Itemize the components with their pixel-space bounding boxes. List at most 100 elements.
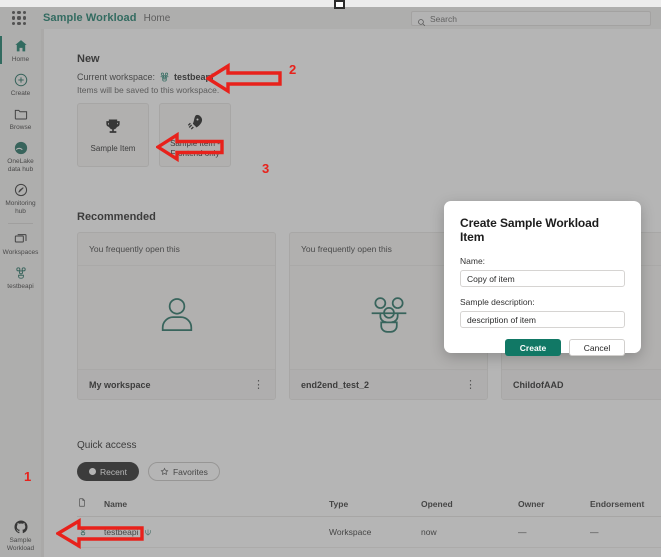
workspace-save-note: Items will be saved to this workspace. bbox=[77, 85, 220, 95]
table-header-row: Name Type Opened Owner Endorsement bbox=[77, 492, 661, 517]
new-card-sample-item-label: Sample Item bbox=[90, 144, 136, 153]
dialog-description-value: description of item bbox=[467, 314, 536, 325]
search-input[interactable]: Search bbox=[430, 14, 457, 24]
recommended-card-my-workspace[interactable]: You frequently open this My workspace ⋮ bbox=[77, 232, 276, 400]
row-icon-cell bbox=[77, 547, 104, 557]
workspace-group-icon bbox=[159, 71, 170, 82]
recommended-card-more-icon[interactable]: ⋮ bbox=[465, 379, 476, 390]
rocket-icon bbox=[185, 111, 205, 133]
pill-favorites-label: Favorites bbox=[172, 466, 208, 477]
quick-access-table: Name Type Opened Owner Endorsement testb… bbox=[77, 492, 661, 557]
dialog-description-label: Sample description: bbox=[460, 297, 535, 307]
sidebar-item-home[interactable]: Home bbox=[0, 33, 41, 67]
recent-dot-icon bbox=[89, 468, 96, 475]
sidebar-item-monitoring-hub-label: Monitoring hub bbox=[5, 200, 36, 215]
row-endorsement-cell: — bbox=[590, 516, 661, 548]
row-endorsement-cell: — bbox=[590, 547, 661, 557]
col-header-endorsement[interactable]: Endorsement bbox=[590, 492, 661, 517]
sidebar-item-home-label: Home bbox=[11, 56, 30, 63]
window-restore-box[interactable] bbox=[334, 0, 345, 9]
new-items-card-list: Sample Item Sample Item - Frontend only bbox=[77, 103, 231, 167]
new-section: New Current workspace: testbeapi Items w… bbox=[77, 53, 231, 167]
recommended-card-more-icon[interactable]: ⋮ bbox=[253, 379, 264, 390]
col-header-name[interactable]: Name bbox=[104, 492, 329, 517]
breadcrumb[interactable]: Home bbox=[144, 13, 171, 24]
row-owner-cell: — bbox=[518, 547, 590, 557]
quick-access-filter-pills: Recent Favorites bbox=[77, 462, 661, 481]
window-top-strip bbox=[0, 0, 661, 7]
dialog-description-field[interactable]: description of item bbox=[460, 311, 625, 328]
search-icon bbox=[417, 14, 426, 27]
workspace-group-icon bbox=[13, 265, 29, 281]
app-root: New Current workspace: testbeapi Items w… bbox=[0, 0, 661, 557]
recommended-card-name: My workspace bbox=[89, 379, 151, 390]
table-row[interactable]: testbeapi Workspace now — — bbox=[77, 516, 661, 548]
col-header-opened[interactable]: Opened bbox=[421, 492, 518, 517]
folder-icon bbox=[13, 106, 29, 122]
annotation-number-3: 3 bbox=[262, 161, 270, 176]
monitoring-icon bbox=[13, 182, 29, 198]
row-type-cell: Workspace bbox=[329, 547, 421, 557]
table-row[interactable]: My workspace Workspace 6 minutes ago — — bbox=[77, 547, 661, 557]
app-brand-title[interactable]: Sample Workload bbox=[43, 12, 137, 24]
recommended-card-art bbox=[78, 266, 275, 369]
quick-access-section: Quick access Recent Favorites Name Type … bbox=[77, 440, 661, 557]
sidebar-item-testbeapi[interactable]: testbeapi bbox=[0, 260, 41, 294]
plus-circle-icon bbox=[13, 72, 29, 88]
new-card-sample-item[interactable]: Sample Item bbox=[77, 103, 149, 167]
dialog-button-row: Create Cancel bbox=[460, 339, 625, 356]
new-card-sample-item-frontend-only-label: Sample Item - Frontend only bbox=[170, 139, 220, 158]
left-navigation-rail: Home Create Browse OneLake data hub Moni bbox=[0, 29, 41, 557]
row-name-cell[interactable]: testbeapi bbox=[104, 516, 329, 548]
row-opened-cell: now bbox=[421, 516, 518, 548]
sidebar-item-onelake-data-hub[interactable]: OneLake data hub bbox=[0, 135, 41, 177]
sidebar-item-workspaces[interactable]: Workspaces bbox=[0, 226, 41, 260]
sidebar-item-create-label: Create bbox=[10, 90, 31, 97]
row-name-cell[interactable]: My workspace bbox=[104, 547, 329, 557]
recommended-card-footer: My workspace ⋮ bbox=[78, 369, 275, 399]
workspace-group-icon bbox=[77, 525, 89, 537]
recommended-card-footer: ChildofAAD ⋮ bbox=[502, 369, 661, 399]
search-box[interactable]: Search bbox=[411, 11, 651, 27]
pill-recent-label: Recent bbox=[100, 466, 127, 477]
sidebar-item-browse-label: Browse bbox=[9, 124, 32, 131]
sidebar-divider bbox=[8, 223, 33, 224]
create-button[interactable]: Create bbox=[505, 339, 561, 356]
recommended-card-subtitle: You frequently open this bbox=[78, 233, 275, 266]
new-card-sample-item-frontend-only[interactable]: Sample Item - Frontend only bbox=[159, 103, 231, 167]
trophy-icon bbox=[103, 116, 123, 138]
col-header-type[interactable]: Type bbox=[329, 492, 421, 517]
sidebar-item-browse[interactable]: Browse bbox=[0, 101, 41, 135]
sidebar-item-monitoring-hub[interactable]: Monitoring hub bbox=[0, 177, 41, 219]
quick-access-title: Quick access bbox=[77, 440, 137, 451]
pill-favorites[interactable]: Favorites bbox=[147, 462, 220, 481]
current-workspace-line: Current workspace: testbeapi bbox=[77, 71, 231, 82]
recommended-card-name: ChildofAAD bbox=[513, 379, 564, 390]
col-header-icon bbox=[77, 492, 104, 517]
trident-icon bbox=[144, 528, 152, 537]
new-section-title: New bbox=[77, 53, 100, 65]
star-icon bbox=[160, 467, 169, 476]
onelake-icon bbox=[13, 140, 29, 156]
sidebar-bottom-sample-workload[interactable]: Sample Workload bbox=[0, 519, 41, 553]
current-workspace-label: Current workspace: bbox=[77, 71, 156, 82]
recommended-card-name: end2end_test_2 bbox=[301, 379, 370, 390]
current-workspace-name[interactable]: testbeapi bbox=[174, 72, 214, 82]
sidebar-item-create[interactable]: Create bbox=[0, 67, 41, 101]
row-opened-cell: 6 minutes ago bbox=[421, 547, 518, 557]
recommended-card-footer: end2end_test_2 ⋮ bbox=[290, 369, 487, 399]
row-name-label: testbeapi bbox=[104, 527, 139, 537]
col-header-owner[interactable]: Owner bbox=[518, 492, 590, 517]
top-header-bar: Sample Workload Home Search bbox=[0, 7, 661, 29]
dialog-name-field[interactable]: Copy of item bbox=[460, 270, 625, 287]
sidebar-bottom-label: Sample Workload bbox=[6, 537, 35, 552]
sidebar-item-workspaces-label: Workspaces bbox=[2, 249, 39, 256]
row-owner-cell: — bbox=[518, 516, 590, 548]
pill-recent[interactable]: Recent bbox=[77, 462, 139, 481]
grid-waffle-icon[interactable] bbox=[12, 11, 26, 25]
person-icon bbox=[151, 289, 203, 346]
github-octocat-icon bbox=[13, 519, 29, 535]
create-sample-workload-item-dialog: Create Sample Workload Item Name: Copy o… bbox=[444, 201, 641, 356]
dialog-name-value: Copy of item bbox=[467, 273, 515, 284]
cancel-button[interactable]: Cancel bbox=[569, 339, 625, 356]
